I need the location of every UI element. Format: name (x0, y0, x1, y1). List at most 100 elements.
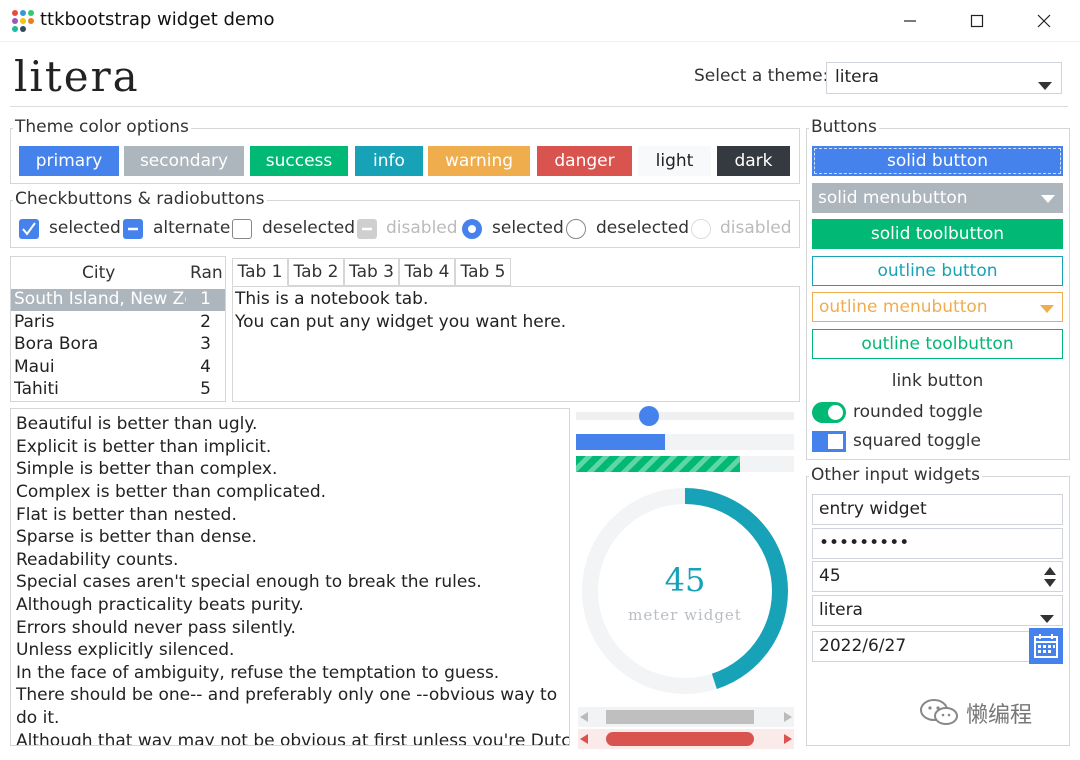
primary-button[interactable]: primary (19, 146, 119, 176)
link-button[interactable]: link button (812, 366, 1063, 396)
text-line: Beautiful is better than ugly. (16, 414, 258, 434)
entry-widget[interactable]: entry widget (812, 494, 1063, 525)
table-row[interactable]: South Island, New Zealand 1 (11, 289, 225, 311)
striped-progressbar-fill (576, 456, 740, 472)
checkbox-deselected-label: deselected (262, 218, 356, 238)
row-city: Paris (14, 312, 55, 332)
checks-title: Checkbuttons & radiobuttons (13, 189, 267, 209)
wechat-icon (920, 699, 958, 725)
dark-button[interactable]: dark (717, 146, 790, 176)
close-button[interactable] (1027, 8, 1061, 34)
squared-toggle-label: squared toggle (853, 431, 981, 451)
tab-1[interactable]: Tab 1 (232, 258, 288, 286)
row-rank: 4 (200, 357, 211, 377)
spinbox-value: 45 (819, 566, 841, 586)
tab-3[interactable]: Tab 3 (344, 258, 399, 286)
danger-scrollbar[interactable] (578, 729, 794, 749)
text-line: do it. (16, 708, 60, 728)
checkbox-selected[interactable] (19, 219, 39, 239)
horizontal-scrollbar[interactable] (578, 707, 794, 727)
success-button[interactable]: success (250, 146, 348, 176)
notebook-text-line1: This is a notebook tab. (235, 289, 429, 309)
solid-menubutton[interactable]: solid menubutton (812, 183, 1063, 213)
scrollbar-thumb[interactable] (606, 710, 755, 724)
toggle-knob (828, 405, 843, 420)
radio-selected[interactable] (462, 219, 482, 239)
minus-icon (362, 227, 372, 231)
date-entry[interactable]: 2022/6/27 (812, 631, 1030, 662)
chevron-down-icon (1040, 615, 1054, 623)
checkbox-alternate[interactable] (123, 219, 143, 239)
radio-deselected[interactable] (566, 219, 586, 239)
danger-button[interactable]: danger (537, 146, 632, 176)
scrollbar-thumb[interactable] (606, 732, 755, 746)
secondary-button[interactable]: secondary (124, 146, 244, 176)
tab-2[interactable]: Tab 2 (288, 258, 344, 286)
row-rank: 2 (200, 312, 211, 332)
outline-button[interactable]: outline button (812, 256, 1063, 286)
check-icon (22, 222, 36, 236)
row-rank: 3 (200, 334, 211, 354)
radio-dot-icon (468, 225, 476, 233)
chevron-down-icon (1041, 195, 1055, 203)
theme-colors-title: Theme color options (13, 117, 191, 137)
maximize-button[interactable] (960, 8, 994, 34)
tab-4[interactable]: Tab 4 (399, 258, 455, 286)
minimize-icon (904, 20, 916, 22)
date-picker-button[interactable] (1029, 628, 1063, 664)
warning-button[interactable]: warning (428, 146, 530, 176)
solid-button[interactable]: solid button (812, 146, 1063, 176)
meter-value: 45 (665, 561, 706, 599)
combobox[interactable]: litera (812, 595, 1063, 626)
solid-menubutton-label: solid menubutton (818, 188, 968, 208)
column-header-city[interactable]: City (82, 263, 115, 283)
theme-select-label: Select a theme: (694, 66, 829, 86)
city-treeview[interactable]: City Ran South Island, New Zealand 1 Par… (10, 256, 226, 402)
progressbar (576, 434, 794, 450)
text-line: Special cases aren't special enough to b… (16, 572, 482, 592)
text-line: Readability counts. (16, 550, 179, 570)
table-row[interactable]: Maui 4 (11, 357, 225, 379)
row-city: Maui (14, 357, 55, 377)
app-logo-icon (12, 10, 34, 32)
theme-name-heading: litera (14, 52, 140, 101)
table-row[interactable]: Paris 2 (11, 312, 225, 334)
text-line: Although practicality beats purity. (16, 595, 304, 615)
spinbox-arrows-icon[interactable] (1043, 566, 1057, 588)
checkbox-disabled-label: disabled (386, 218, 458, 238)
notebook-text-line2: You can put any widget you want here. (235, 312, 567, 332)
arrow-right-icon[interactable] (784, 712, 792, 722)
arrow-right-icon[interactable] (784, 734, 792, 744)
tab-5[interactable]: Tab 5 (455, 258, 511, 286)
chevron-down-icon (1038, 82, 1052, 90)
light-button[interactable]: light (638, 146, 711, 176)
inputs-title: Other input widgets (809, 465, 982, 485)
striped-progressbar (576, 456, 794, 472)
text-line: Simple is better than complex. (16, 459, 278, 479)
row-rank: 1 (200, 289, 211, 309)
minimize-button[interactable] (893, 8, 927, 34)
rounded-toggle[interactable] (812, 402, 846, 423)
arrow-left-icon[interactable] (580, 734, 588, 744)
table-row[interactable]: Bora Bora 3 (11, 334, 225, 356)
checkbox-deselected[interactable] (232, 219, 252, 239)
spinbox[interactable]: 45 (812, 561, 1063, 592)
row-city: Bora Bora (14, 334, 99, 354)
table-row[interactable]: Tahiti 5 (11, 379, 225, 401)
arrow-left-icon[interactable] (580, 712, 588, 722)
solid-toolbutton[interactable]: solid toolbutton (812, 219, 1063, 249)
close-icon (1037, 14, 1051, 28)
squared-toggle[interactable] (812, 431, 846, 452)
theme-combobox[interactable]: litera (826, 62, 1062, 94)
scale-handle[interactable] (638, 406, 659, 426)
text-area[interactable]: Beautiful is better than ugly. Explicit … (10, 408, 570, 746)
combobox-value: litera (819, 600, 863, 620)
meter-widget[interactable]: 45 meter widget (577, 483, 793, 699)
minus-icon (128, 227, 138, 231)
column-header-rank[interactable]: Ran (190, 263, 223, 283)
scale-track[interactable] (576, 412, 794, 420)
outline-menubutton[interactable]: outline menubutton (812, 292, 1063, 322)
password-field[interactable]: ••••••••• (812, 528, 1063, 559)
outline-toolbutton[interactable]: outline toolbutton (812, 329, 1063, 359)
info-button[interactable]: info (355, 146, 423, 176)
